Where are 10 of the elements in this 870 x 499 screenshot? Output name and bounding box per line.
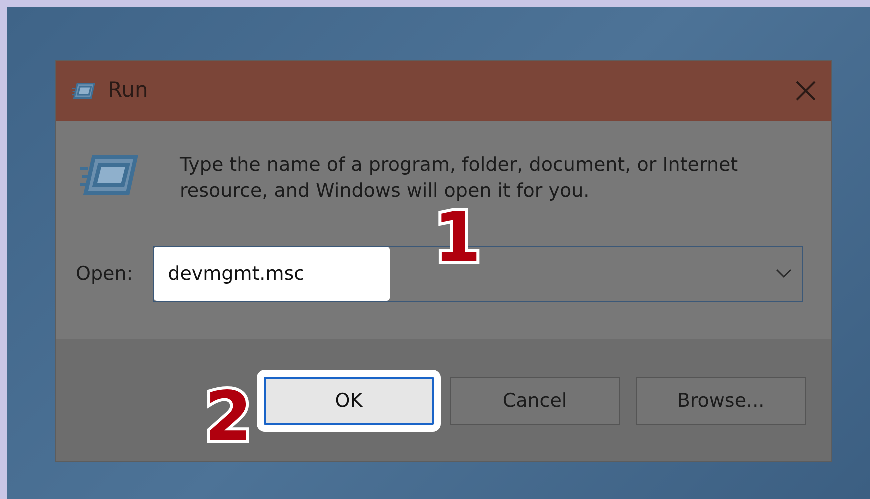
close-icon[interactable] [795,80,817,102]
run-icon [80,153,140,197]
step-number: 2 [204,389,254,448]
window-title: Run [108,77,148,104]
browse-button[interactable]: Browse... [636,377,806,425]
instruction-text: Type the name of a program, folder, document, or Internet resource, and Windows will open it for you. [180,153,740,204]
run-icon [72,82,96,100]
cancel-button[interactable]: Cancel [450,377,620,425]
open-label: Open: [76,262,134,288]
chevron-down-icon[interactable] [776,269,792,280]
